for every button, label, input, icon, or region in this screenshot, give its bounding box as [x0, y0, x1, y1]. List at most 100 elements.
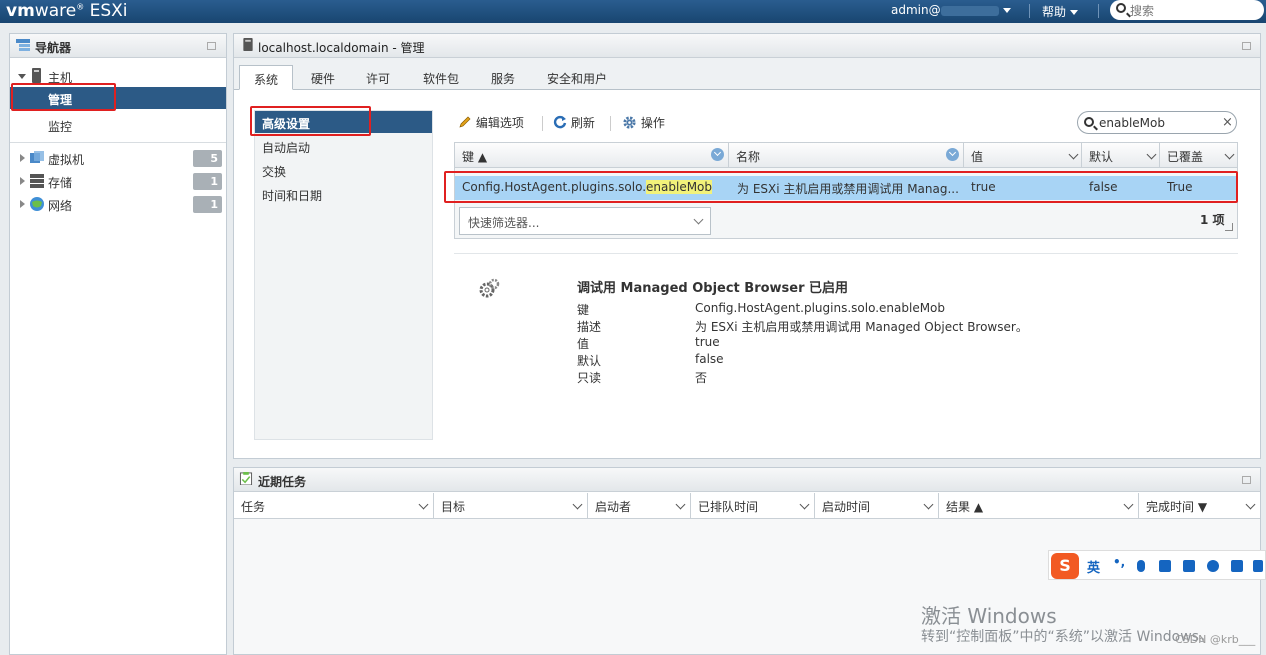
column-header-overridden-label: 已覆盖 [1167, 150, 1204, 164]
vm-count-badge: 5 [193, 150, 222, 167]
storage-count-badge: 1 [193, 173, 222, 190]
nav-monitor-label: 监控 [48, 120, 73, 134]
main-panel: localhost.localdomain - 管理 系统 硬件 许可 软件包 … [233, 33, 1261, 459]
task-column-queued[interactable]: 已排队时间 [691, 493, 815, 519]
skin-icon[interactable] [1183, 560, 1195, 572]
task-column-target[interactable]: 目标 [434, 493, 588, 519]
storage-icon [30, 174, 44, 188]
chevron-down-icon[interactable] [675, 499, 686, 510]
expand-icon[interactable] [18, 74, 26, 79]
tab-system[interactable]: 系统 [239, 65, 294, 90]
sidebar-item-time-date[interactable]: 时间和日期 [255, 183, 432, 205]
user-menu[interactable]: admin@ [891, 3, 1011, 17]
expand-icon[interactable] [20, 154, 25, 162]
settings-sidebar: 高级设置 自动启动 交换 时间和日期 [254, 110, 433, 440]
tab-hardware[interactable]: 硬件 [311, 65, 335, 90]
edit-options-button[interactable]: 编辑选项 [458, 114, 524, 132]
filter-value: enableMob [1099, 116, 1165, 130]
detail-key-value: Config.HostAgent.plugins.solo.enableMob [695, 301, 946, 315]
task-column-task-label: 任务 [241, 500, 266, 514]
expand-icon[interactable] [20, 200, 25, 208]
emoji-icon[interactable] [1207, 560, 1219, 572]
expand-icon[interactable] [20, 177, 25, 185]
detail-readonly-label: 只读 [577, 371, 602, 385]
keyboard-icon[interactable] [1159, 560, 1171, 572]
column-menu-icon[interactable] [711, 148, 724, 161]
microphone-icon[interactable] [1137, 560, 1145, 572]
chevron-down-icon[interactable] [1123, 499, 1134, 510]
column-header-overridden[interactable]: 已覆盖 [1160, 143, 1237, 168]
chevron-down-icon[interactable] [1224, 149, 1235, 160]
divider [10, 142, 226, 143]
tab-license[interactable]: 许可 [366, 65, 390, 90]
chevron-down-icon[interactable] [418, 499, 429, 510]
refresh-button[interactable]: 刷新 [553, 114, 595, 132]
nav-monitor[interactable]: 监控 [10, 114, 226, 136]
help-menu[interactable]: 帮助 [1042, 3, 1079, 20]
punctuation-icon[interactable]: •, [1113, 555, 1125, 569]
more-icon[interactable] [1253, 560, 1263, 572]
toolbox-icon[interactable] [1231, 560, 1243, 572]
detail-default-label: 默认 [577, 354, 602, 368]
edit-options-label: 编辑选项 [475, 116, 524, 130]
nav-vms[interactable]: 虚拟机 5 [10, 147, 226, 169]
navigator-header: 导航器 [10, 34, 226, 58]
chevron-down-icon[interactable] [799, 499, 810, 510]
divider [454, 253, 1238, 254]
minimize-icon[interactable] [1242, 42, 1251, 50]
actions-button[interactable]: 操作 [622, 114, 665, 132]
column-header-default[interactable]: 默认 [1082, 143, 1160, 168]
navigator-icon [16, 39, 30, 51]
sogou-logo-icon[interactable]: S [1051, 553, 1079, 579]
resize-handle-icon[interactable] [1225, 223, 1233, 231]
annotation-box [250, 106, 371, 136]
detail-value-label: 值 [577, 337, 590, 351]
host-icon [32, 68, 41, 83]
annotation-box [11, 83, 116, 111]
nav-network-label: 网络 [48, 199, 73, 213]
activation-watermark-text: 转到“控制面板”中的“系统”以激活 Windows。 [921, 629, 1213, 645]
refresh-icon [553, 115, 567, 129]
chevron-down-icon[interactable] [923, 499, 934, 510]
task-column-started[interactable]: 启动时间 [815, 493, 939, 519]
search-icon [1084, 117, 1094, 127]
settings-filter-input[interactable]: enableMob × [1077, 111, 1237, 134]
column-header-key[interactable]: 键 ▲ [455, 143, 729, 168]
minimize-icon[interactable] [1242, 476, 1251, 484]
ime-language-toggle[interactable]: 英 [1087, 557, 1100, 576]
task-column-completed-label: 完成时间 ▼ [1146, 500, 1208, 514]
task-column-result[interactable]: 结果 ▲ [939, 493, 1139, 519]
divider [542, 116, 543, 131]
minimize-icon[interactable] [207, 42, 216, 50]
item-count: 1 项 [1200, 213, 1225, 227]
tab-security-users[interactable]: 安全和用户 [547, 65, 607, 90]
chevron-down-icon[interactable] [1245, 499, 1256, 510]
task-column-initiator-label: 启动者 [595, 500, 632, 514]
chevron-down-icon[interactable] [1146, 149, 1157, 160]
task-column-task[interactable]: 任务 [234, 493, 434, 519]
column-menu-icon[interactable] [946, 148, 959, 161]
tab-packages[interactable]: 软件包 [423, 65, 459, 90]
nav-network[interactable]: 网络 1 [10, 193, 226, 215]
chevron-down-icon[interactable] [572, 499, 583, 510]
detail-value-value: true [695, 335, 720, 349]
clipboard-icon [239, 472, 253, 485]
csdn-credit: CSDN @krb___ [1175, 633, 1256, 646]
task-column-result-label: 结果 ▲ [946, 500, 984, 514]
clear-icon[interactable]: × [1222, 115, 1233, 130]
column-header-name[interactable]: 名称 [729, 143, 964, 168]
sidebar-item-autostart[interactable]: 自动启动 [255, 135, 432, 157]
task-column-initiator[interactable]: 启动者 [588, 493, 691, 519]
quick-filter-select[interactable]: 快速筛选器... [459, 207, 711, 235]
search-placeholder: 搜索 [1130, 4, 1155, 18]
tab-services[interactable]: 服务 [491, 65, 515, 90]
column-header-key-label: 键 ▲ [462, 150, 488, 164]
column-header-value[interactable]: 值 [964, 143, 1082, 168]
nav-storage[interactable]: 存储 1 [10, 170, 226, 192]
task-column-queued-label: 已排队时间 [698, 500, 759, 514]
global-search-input[interactable]: 搜索 [1110, 0, 1264, 20]
task-column-completed[interactable]: 完成时间 ▼ [1139, 493, 1260, 519]
detail-description-label: 描述 [577, 320, 602, 334]
chevron-down-icon[interactable] [1068, 149, 1079, 160]
sidebar-item-swap[interactable]: 交换 [255, 159, 432, 181]
